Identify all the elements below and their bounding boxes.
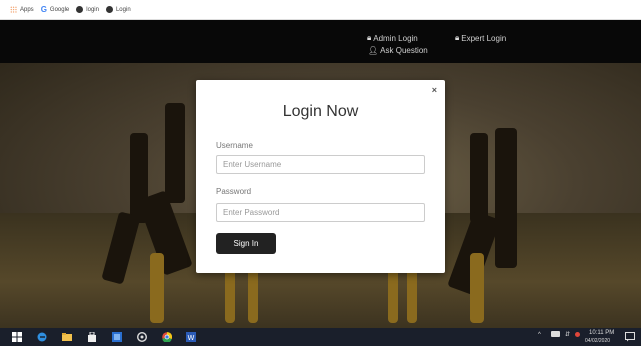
network-icon[interactable]: ⇵	[565, 331, 570, 338]
close-icon[interactable]: ×	[432, 85, 437, 95]
settings-icon[interactable]	[137, 332, 147, 342]
login-modal: × Login Now Username Password Sign In	[196, 80, 445, 273]
bookmark-label: Login	[115, 6, 131, 13]
apps-icon	[10, 6, 17, 13]
expert-login-link[interactable]: 🔒︎ Expert Login	[455, 33, 506, 43]
chevron-up-icon[interactable]: ^	[538, 332, 541, 338]
site-header	[0, 20, 641, 63]
password-input[interactable]	[216, 203, 425, 222]
username-input[interactable]	[216, 155, 425, 174]
user-icon: 👤︎	[368, 46, 379, 55]
svg-text:W: W	[188, 334, 195, 342]
start-icon[interactable]	[12, 332, 22, 342]
figure-silhouette	[407, 268, 417, 323]
password-label: Password	[216, 187, 252, 196]
admin-login-link[interactable]: 🔒︎ Admin Login	[367, 33, 418, 43]
figure-silhouette	[248, 268, 258, 323]
ask-question-link[interactable]: 👤︎ Ask Question	[368, 46, 428, 55]
bookmark-google[interactable]: G Google	[41, 5, 70, 14]
sign-in-button[interactable]: Sign In	[216, 233, 276, 254]
lock-icon: 🔒︎	[367, 33, 372, 42]
username-label: Username	[216, 141, 253, 150]
bookmark-label: Google	[49, 6, 70, 13]
expert-login-label: Expert Login	[461, 33, 507, 43]
figure-silhouette	[225, 268, 235, 323]
figure-silhouette	[150, 253, 164, 323]
globe-icon	[76, 6, 84, 13]
chrome-icon[interactable]	[162, 332, 172, 342]
clock-time[interactable]: 10:11 PM	[589, 330, 614, 336]
figure-silhouette	[470, 253, 484, 323]
bookmark-apps[interactable]: Apps	[10, 6, 34, 13]
google-icon: G	[40, 5, 47, 14]
app-icon[interactable]	[112, 332, 122, 342]
file-explorer-icon[interactable]	[62, 332, 72, 342]
ask-question-label: Ask Question	[380, 46, 428, 55]
bookmark-label: login	[86, 6, 99, 13]
action-center-icon[interactable]	[625, 332, 635, 342]
modal-title: Login Now	[282, 103, 359, 120]
figure-silhouette	[388, 268, 398, 323]
clock-date[interactable]: 04/02/2020	[585, 338, 610, 344]
bookmark-label: Apps	[20, 6, 34, 13]
figure-silhouette	[470, 133, 488, 223]
figure-silhouette	[165, 103, 185, 203]
lock-icon: 🔒︎	[455, 33, 460, 42]
bookmark-login-upper[interactable]: Login	[105, 6, 131, 13]
edge-icon[interactable]	[37, 332, 47, 342]
admin-login-label: Admin Login	[373, 33, 418, 43]
word-icon[interactable]: W	[186, 332, 196, 342]
figure-silhouette	[495, 128, 517, 268]
bookmark-login-lower[interactable]: login	[76, 6, 99, 13]
store-icon[interactable]	[87, 332, 97, 342]
bookmarks-bar: Apps G Google login Login	[0, 0, 641, 20]
globe-icon	[105, 6, 113, 13]
windows-taskbar: W ^ ⇵ 10:11 PM 04/02/2020	[0, 328, 641, 346]
battery-icon[interactable]	[551, 331, 560, 337]
notification-dot-icon	[575, 332, 580, 337]
